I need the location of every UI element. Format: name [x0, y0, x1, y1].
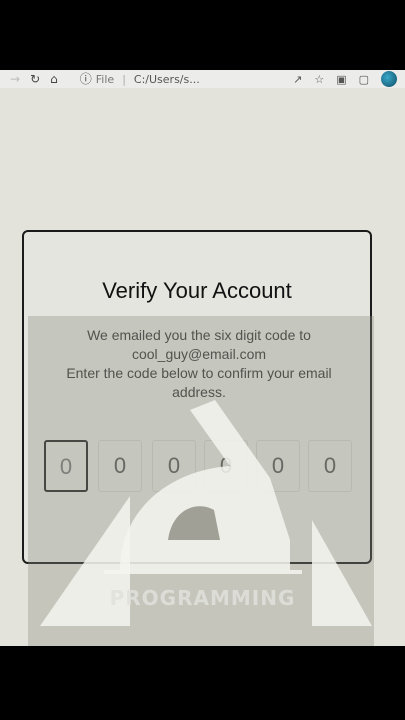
window-icon[interactable]: ▢	[359, 73, 369, 86]
code-input-row: 0 0 0 0 0 0	[44, 440, 364, 498]
file-label: File	[95, 72, 115, 86]
browser-toolbar: → ↻ ⌂ ⓘ File | C:/Users/s... ↗ ☆ ▣ ▢	[0, 70, 405, 88]
share-icon[interactable]: ↗	[293, 73, 302, 86]
code-digit-6[interactable]: 0	[308, 440, 352, 492]
code-digit-4[interactable]: 0	[204, 440, 248, 492]
toolbar-actions: ↗ ☆ ▣ ▢	[293, 71, 397, 87]
info-icon[interactable]: ⓘ	[80, 72, 92, 86]
arrow-left-icon[interactable]: →	[10, 72, 20, 86]
puzzle-icon[interactable]: ▣	[336, 73, 346, 86]
watermark-text: PROGRAMMING	[109, 586, 296, 610]
instructions: We emailed you the six digit code to coo…	[44, 326, 354, 402]
screen: → ↻ ⌂ ⓘ File | C:/Users/s... ↗ ☆ ▣ ▢ Ver…	[0, 70, 405, 646]
code-digit-3[interactable]: 0	[152, 440, 196, 492]
address-separator: |	[122, 72, 126, 86]
code-digit-5[interactable]: 0	[256, 440, 300, 492]
reload-icon[interactable]: ↻	[30, 72, 40, 86]
code-digit-2[interactable]: 0	[98, 440, 142, 492]
email-address: cool_guy@email.com	[131, 346, 267, 362]
avatar-icon[interactable]	[381, 71, 397, 87]
page-title: Verify Your Account	[102, 278, 292, 303]
verify-card: Verify Your Account We emailed you the s…	[22, 230, 372, 564]
address-bar[interactable]: C:/Users/s...	[134, 73, 200, 86]
home-icon[interactable]: ⌂	[50, 72, 58, 86]
instruction-line-1: We emailed you the six digit code to	[87, 327, 311, 343]
star-icon[interactable]: ☆	[314, 73, 324, 86]
code-digit-1[interactable]: 0	[44, 440, 88, 492]
instruction-line-2: Enter the code below to confirm your ema…	[66, 365, 332, 400]
